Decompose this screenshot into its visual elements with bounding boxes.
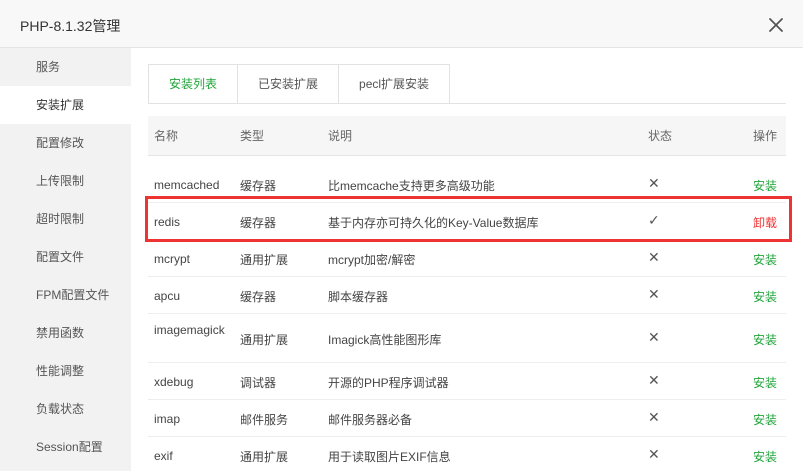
extension-description: 脚本缓存器 bbox=[328, 290, 389, 304]
extension-type: 通用扩展 bbox=[240, 253, 289, 267]
not-installed-icon: ✕ bbox=[648, 175, 660, 191]
not-installed-icon: ✕ bbox=[648, 329, 660, 345]
table-row: xdebug 调试器 开源的PHP程序调试器 ✕ 安装 bbox=[148, 363, 786, 400]
sidebar-item-timeout-limit[interactable]: 超时限制 bbox=[0, 200, 131, 238]
sidebar-item-install-extension[interactable]: 安装扩展 bbox=[0, 86, 131, 124]
install-button[interactable]: 安装 bbox=[753, 251, 777, 268]
table-row: imagemagick 通用扩展 Imagick高性能图形库 ✕ 安装 bbox=[148, 314, 786, 363]
install-button[interactable]: 安装 bbox=[753, 448, 777, 465]
extension-type: 调试器 bbox=[240, 376, 277, 390]
extension-type: 邮件服务 bbox=[240, 413, 289, 427]
install-button[interactable]: 安装 bbox=[753, 331, 777, 348]
not-installed-icon: ✕ bbox=[648, 372, 660, 388]
extension-type: 缓存器 bbox=[240, 179, 277, 193]
sidebar-item-load-status[interactable]: 负载状态 bbox=[0, 390, 131, 428]
extension-description: 开源的PHP程序调试器 bbox=[328, 376, 449, 390]
sidebar-item-session-config[interactable]: Session配置 bbox=[0, 428, 131, 466]
table-row: apcu 缓存器 脚本缓存器 ✕ 安装 bbox=[148, 277, 786, 314]
extension-type: 通用扩展 bbox=[240, 333, 289, 347]
uninstall-button[interactable]: 卸载 bbox=[753, 214, 777, 231]
column-header-status: 状态 bbox=[648, 129, 673, 143]
extension-table-body: memcached 缓存器 比memcache支持更多高级功能 ✕ 安装 red… bbox=[148, 165, 786, 471]
not-installed-icon: ✕ bbox=[648, 286, 660, 302]
column-header-operation: 操作 bbox=[753, 129, 778, 143]
sidebar-item-fpm-config-file[interactable]: FPM配置文件 bbox=[0, 276, 131, 314]
not-installed-icon: ✕ bbox=[648, 446, 660, 462]
sidebar-item-upload-limit[interactable]: 上传限制 bbox=[0, 162, 131, 200]
column-header-name: 名称 bbox=[154, 129, 179, 143]
close-icon[interactable] bbox=[765, 14, 787, 36]
sidebar-item-disabled-functions[interactable]: 禁用函数 bbox=[0, 314, 131, 352]
table-row: memcached 缓存器 比memcache支持更多高级功能 ✕ 安装 bbox=[148, 165, 786, 203]
extension-description: mcrypt加密/解密 bbox=[328, 253, 416, 267]
extension-description: 邮件服务器必备 bbox=[328, 413, 413, 427]
table-row: mcrypt 通用扩展 mcrypt加密/解密 ✕ 安装 bbox=[148, 240, 786, 277]
tab-installed-extensions[interactable]: 已安装扩展 bbox=[238, 64, 340, 104]
extension-description: Imagick高性能图形库 bbox=[328, 333, 442, 347]
extension-description: 基于内存亦可持久化的Key-Value数据库 bbox=[328, 216, 539, 230]
install-button[interactable]: 安装 bbox=[753, 177, 777, 194]
extension-type: 缓存器 bbox=[240, 290, 277, 304]
extension-name: memcached bbox=[154, 178, 220, 192]
window-header: PHP-8.1.32管理 bbox=[0, 0, 803, 48]
tab-install-list[interactable]: 安装列表 bbox=[148, 64, 239, 104]
table-row: imap 邮件服务 邮件服务器必备 ✕ 安装 bbox=[148, 400, 786, 437]
window-title: PHP-8.1.32管理 bbox=[20, 18, 121, 34]
table-row: redis 缓存器 基于内存亦可持久化的Key-Value数据库 ✓ 卸载 bbox=[148, 203, 786, 240]
extension-name: imagemagick bbox=[154, 323, 225, 337]
extension-name: xdebug bbox=[154, 375, 194, 389]
extension-type: 通用扩展 bbox=[240, 450, 289, 464]
extension-name: exif bbox=[154, 449, 173, 463]
extension-type: 缓存器 bbox=[240, 216, 277, 230]
sidebar-item-service[interactable]: 服务 bbox=[0, 48, 131, 86]
sidebar-item-performance-tuning[interactable]: 性能调整 bbox=[0, 352, 131, 390]
install-button[interactable]: 安装 bbox=[753, 374, 777, 391]
sidebar-item-config-file[interactable]: 配置文件 bbox=[0, 238, 131, 276]
not-installed-icon: ✕ bbox=[648, 249, 660, 265]
tab-pecl-install[interactable]: pecl扩展安装 bbox=[339, 64, 451, 104]
tab-bar: 安装列表 已安装扩展 pecl扩展安装 bbox=[148, 64, 451, 104]
extension-description: 比memcache支持更多高级功能 bbox=[328, 179, 495, 193]
column-header-type: 类型 bbox=[240, 129, 265, 143]
installed-check-icon: ✓ bbox=[648, 212, 660, 228]
extension-name: apcu bbox=[154, 289, 181, 303]
extension-name: redis bbox=[154, 215, 181, 229]
extension-name: mcrypt bbox=[154, 252, 190, 266]
not-installed-icon: ✕ bbox=[648, 409, 660, 425]
sidebar: 服务 安装扩展 配置修改 上传限制 超时限制 配置文件 FPM配置文件 禁用函数… bbox=[0, 48, 131, 471]
column-header-description: 说明 bbox=[328, 129, 353, 143]
tab-divider bbox=[148, 103, 786, 104]
extension-name: imap bbox=[154, 412, 181, 426]
sidebar-item-config-edit[interactable]: 配置修改 bbox=[0, 124, 131, 162]
install-button[interactable]: 安装 bbox=[753, 288, 777, 305]
table-row: exif 通用扩展 用于读取图片EXIF信息 ✕ 安装 bbox=[148, 437, 786, 471]
table-header: 名称 类型 说明 状态 操作 bbox=[148, 116, 786, 156]
extension-description: 用于读取图片EXIF信息 bbox=[328, 450, 451, 464]
install-button[interactable]: 安装 bbox=[753, 411, 777, 428]
